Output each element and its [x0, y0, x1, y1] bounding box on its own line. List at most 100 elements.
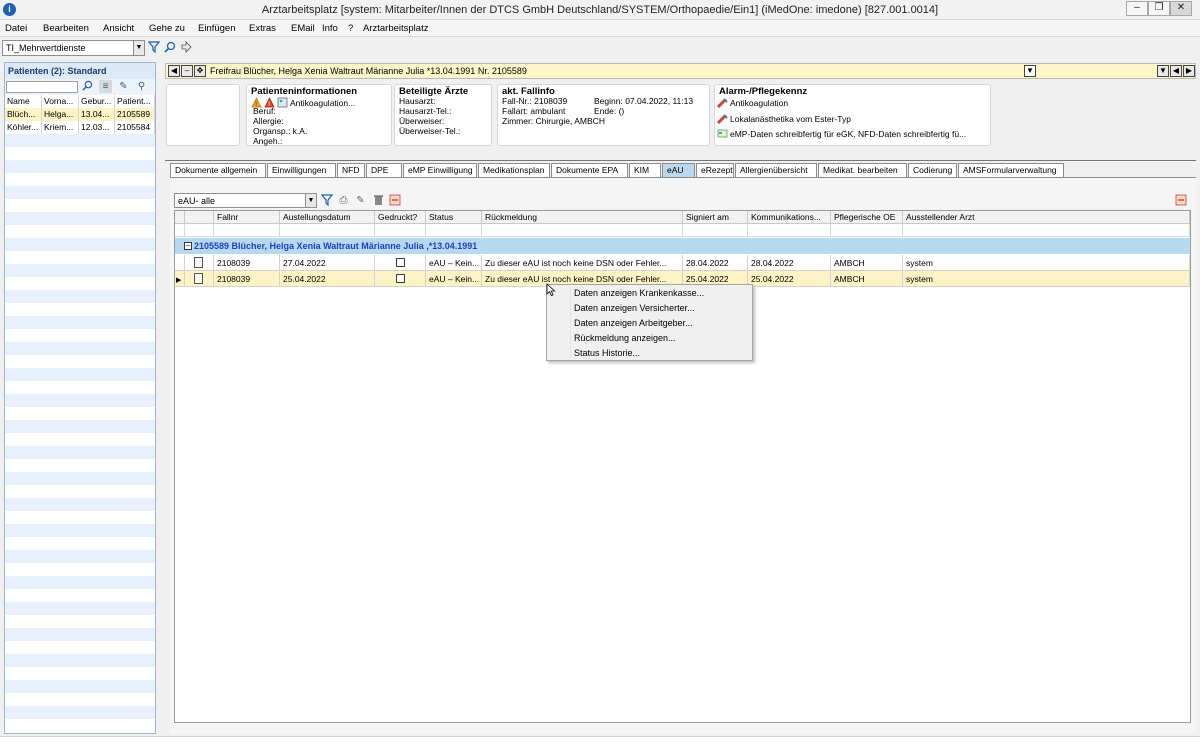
menu-einfuegen[interactable]: Einfügen: [198, 23, 236, 34]
export-icon[interactable]: [1174, 194, 1187, 207]
filter-cell[interactable]: [903, 224, 1190, 237]
filter-cell[interactable]: [482, 224, 683, 237]
chevron-down-icon[interactable]: ▼: [305, 194, 316, 207]
menu-extras[interactable]: Extras: [249, 23, 276, 34]
context-menu-item[interactable]: Daten anzeigen Arbeitgeber...: [574, 318, 693, 328]
export-icon[interactable]: [388, 194, 401, 207]
column-header[interactable]: [185, 211, 214, 224]
filter-cell[interactable]: [748, 224, 831, 237]
menu-arztarbeitsplatz[interactable]: Arztarbeitsplatz: [363, 23, 428, 34]
column-header[interactable]: Rückmeldung: [482, 211, 683, 224]
tab-eau[interactable]: eAU: [662, 163, 695, 177]
column-header[interactable]: Vorna...: [42, 95, 79, 108]
menu-email[interactable]: EMail: [291, 23, 315, 34]
tab-erezept[interactable]: eRezept: [696, 163, 734, 177]
filter-cell[interactable]: [426, 224, 482, 237]
trash-icon[interactable]: [372, 194, 385, 207]
tab-dokumente-allgemein[interactable]: Dokumente allgemein: [170, 163, 266, 177]
column-header[interactable]: Kommunikations...: [748, 211, 831, 224]
tab-allergienübersicht[interactable]: Allergienübersicht: [735, 163, 817, 177]
column-header[interactable]: Gedruckt?: [375, 211, 426, 224]
filter-cell[interactable]: [683, 224, 748, 237]
search-icon[interactable]: [81, 80, 94, 93]
printed-checkbox[interactable]: [375, 255, 426, 271]
print-icon[interactable]: ⎙: [337, 194, 350, 207]
tab-medikat-bearbeiten[interactable]: Medikat. bearbeiten: [818, 163, 907, 177]
patient-search-input[interactable]: [6, 81, 78, 93]
tab-codierung[interactable]: Codierung: [908, 163, 957, 177]
menu-info[interactable]: Info: [322, 23, 338, 34]
menu-datei[interactable]: Datei: [5, 23, 27, 34]
filter-list-icon[interactable]: ≡: [99, 80, 112, 93]
column-header[interactable]: Name: [5, 95, 42, 108]
filter-icon[interactable]: [147, 41, 161, 55]
tab-dokumente-epa[interactable]: Dokumente EPA: [551, 163, 628, 177]
tab-nfd[interactable]: NFD: [337, 163, 365, 177]
minimize-button[interactable]: –: [1126, 1, 1148, 16]
chevron-down-icon[interactable]: ▼: [1024, 65, 1036, 77]
chevron-down-icon[interactable]: ▼: [133, 41, 144, 55]
collapse-icon[interactable]: –: [184, 242, 192, 250]
arrow-right-icon[interactable]: ▶: [1183, 65, 1195, 77]
context-menu-item[interactable]: Daten anzeigen Versicherter...: [574, 303, 695, 313]
column-header[interactable]: Patient...: [115, 95, 155, 108]
column-header[interactable]: Austellungsdatum: [280, 211, 375, 224]
restore-button[interactable]: ❐: [1148, 1, 1170, 16]
chevron-down-icon[interactable]: ▼: [1157, 65, 1169, 77]
patient-row[interactable]: Blüch... Helga... 13.04... 2105589: [5, 108, 155, 121]
patient-row[interactable]: Köhler... Kriem... 12.03... 2105584: [5, 121, 155, 134]
context-menu-item[interactable]: Rückmeldung anzeigen...: [574, 333, 676, 343]
eau-filter-combo[interactable]: eAU- alle ▼: [174, 193, 317, 208]
table-row[interactable]: 2108039 27.04.2022 eAU – Kein... Zu dieser …: [175, 255, 1190, 271]
edit-icon[interactable]: ✎: [117, 80, 130, 93]
column-header[interactable]: Fallnr: [214, 211, 280, 224]
tab-emp-einwilligung[interactable]: eMP Einwilligung: [403, 163, 477, 177]
zoom-icon[interactable]: ⚲: [135, 80, 148, 93]
arrow-left-icon[interactable]: ◀: [1170, 65, 1182, 77]
menu-ansicht[interactable]: Ansicht: [103, 23, 134, 34]
tab-dpe[interactable]: DPE: [366, 163, 402, 177]
doctors-card[interactable]: Beteiligte Ärzte Hausarzt: Hausarzt-Tel.…: [394, 84, 492, 146]
move-icon[interactable]: ✥: [194, 65, 206, 77]
checkbox[interactable]: [395, 274, 405, 283]
filter-cell[interactable]: [831, 224, 903, 237]
column-header[interactable]: Status: [426, 211, 482, 224]
menu-help[interactable]: ?: [348, 23, 353, 34]
filter-cell[interactable]: [185, 224, 214, 237]
minus-icon[interactable]: –: [181, 65, 193, 77]
forward-icon[interactable]: [179, 41, 193, 55]
toolbar: TI_Mehrwertdienste ▼: [0, 37, 1200, 59]
filter-icon[interactable]: [320, 194, 333, 207]
tab-einwilligungen[interactable]: Einwilligungen: [267, 163, 336, 177]
group-row[interactable]: – 2105589 Blücher, Helga Xenia Waltraut …: [175, 238, 1190, 254]
case-line: Zimmer: Chirurgie, AMBCH: [502, 116, 605, 126]
checkbox[interactable]: [395, 258, 405, 267]
tab-amsformularverwaltung[interactable]: AMSFormularverwaltung: [958, 163, 1064, 177]
case-info-card[interactable]: akt. Fallinfo Fall-Nr.: 2108039 Fallart:…: [497, 84, 710, 146]
filter-cell[interactable]: [375, 224, 426, 237]
document-icon[interactable]: [194, 273, 203, 284]
context-combo[interactable]: TI_Mehrwertdienste ▼: [2, 40, 145, 56]
column-header[interactable]: Ausstellender Arzt: [903, 211, 1190, 224]
filter-cell[interactable]: [280, 224, 375, 237]
column-header[interactable]: Gebur...: [79, 95, 115, 108]
context-menu-item[interactable]: Status Historie...: [574, 348, 640, 358]
close-button[interactable]: ✕: [1170, 1, 1192, 16]
doctor-cell: system: [903, 255, 1190, 271]
tab-medikationsplan[interactable]: Medikationsplan: [478, 163, 550, 177]
patient-bar: ◀ – ✥ Freifrau Blücher, Helga Xenia Walt…: [165, 63, 1196, 79]
menu-bearbeiten[interactable]: Bearbeiten: [43, 23, 89, 34]
context-menu-item[interactable]: Daten anzeigen Krankenkasse...: [574, 288, 704, 298]
patient-info-card[interactable]: Patienteninformationen !! Antikoagulation…: [246, 84, 392, 146]
edit-icon[interactable]: ✎: [354, 194, 367, 207]
menu-gehe-zu[interactable]: Gehe zu: [149, 23, 185, 34]
document-icon[interactable]: [194, 257, 203, 268]
filter-cell[interactable]: [214, 224, 280, 237]
column-header[interactable]: Signiert am: [683, 211, 748, 224]
search-icon[interactable]: [163, 41, 177, 55]
arrow-left-icon[interactable]: ◀: [168, 65, 180, 77]
alarm-card[interactable]: Alarm-/Pflegekennz Antikoagulation Lokal…: [714, 84, 991, 146]
tab-kim[interactable]: KIM: [629, 163, 661, 177]
printed-checkbox[interactable]: [375, 271, 426, 287]
column-header[interactable]: Pflegerische OE: [831, 211, 903, 224]
